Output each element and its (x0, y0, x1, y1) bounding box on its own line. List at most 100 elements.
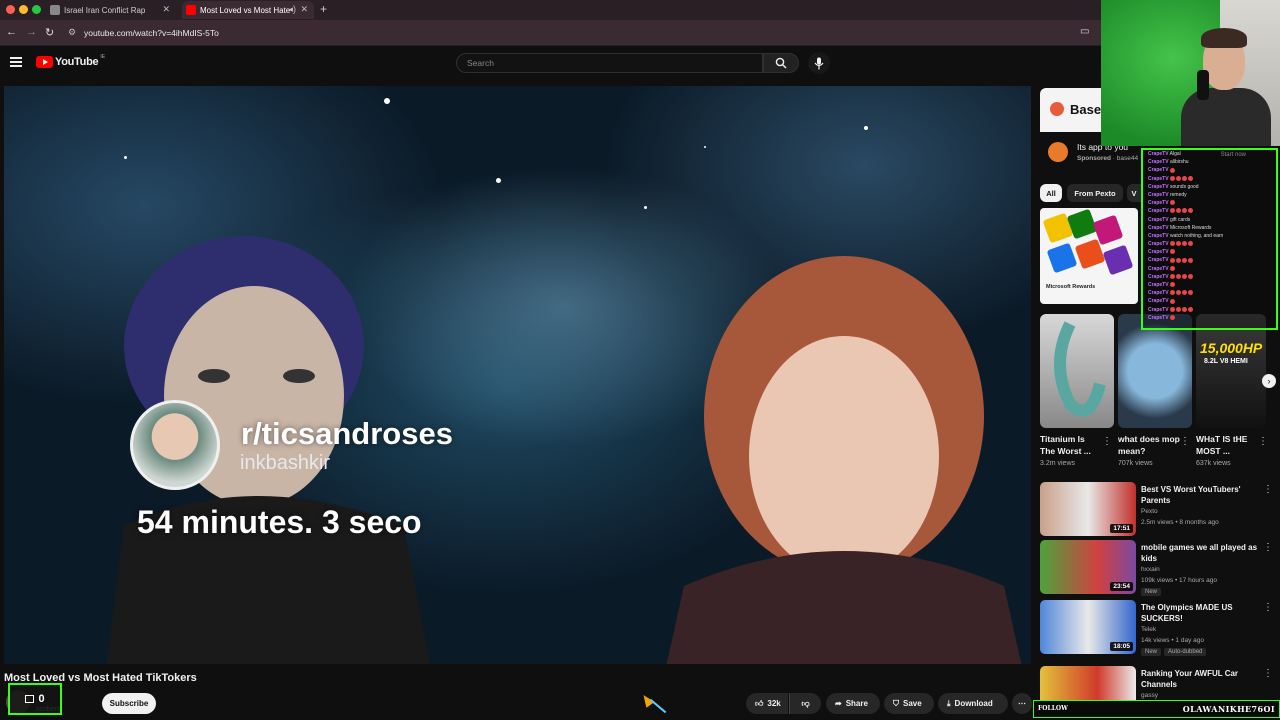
chat-username: CrapeTV (1148, 314, 1169, 321)
tab-title: Most Loved vs Most Hate (200, 5, 291, 15)
chat-username: CrapeTV (1148, 257, 1169, 264)
chat-username: CrapeTV (1148, 159, 1169, 166)
emote-icon (1187, 306, 1193, 312)
chat-username: CrapeTV (1148, 273, 1169, 280)
video-thumbnail: 18:05 (1040, 600, 1136, 654)
rec-channel: hxxain (1141, 566, 1160, 573)
emote-icon (1187, 208, 1193, 214)
short-thumbnail-2[interactable] (1118, 314, 1192, 428)
more-vertical-icon[interactable]: ⋮ (1102, 436, 1112, 447)
more-vertical-icon[interactable]: ⋮ (1263, 484, 1273, 495)
emote-icon (1187, 241, 1193, 247)
short-title[interactable]: what does mop mean? (1118, 433, 1180, 457)
more-vertical-icon[interactable]: ⋮ (1258, 436, 1268, 447)
chat-lines: CrapeTV Algal CrapeTV alibirshu CrapeTV Cra… (1143, 150, 1276, 322)
star-decoration (124, 156, 127, 159)
emote-icon (1169, 290, 1175, 296)
subscribe-button[interactable]: Subscribe (102, 693, 156, 714)
forward-arrow-icon[interactable]: → (26, 26, 37, 38)
browser-tab-1[interactable]: Israel Iran Conflict Rap ✕ (46, 1, 176, 19)
dislike-button[interactable]: 👎︎ (789, 693, 821, 714)
recommendation-item[interactable]: 23:54 mobile games we all played as kids… (1040, 540, 1280, 596)
short-thumbnail-1[interactable] (1040, 314, 1114, 428)
more-actions-button[interactable]: ⋯ (1012, 693, 1032, 714)
cast-icon[interactable]: ▭ (1080, 26, 1089, 37)
chat-text: sounds good (1168, 183, 1199, 190)
youtube-logo[interactable]: YouTube IE (36, 54, 105, 68)
emote-icon (1175, 273, 1181, 279)
duration-badge: 17:51 (1110, 524, 1133, 533)
browser-tab-bar: Israel Iran Conflict Rap ✕ Most Loved vs… (0, 0, 1280, 20)
emote-icon (1181, 241, 1187, 247)
new-tab-icon[interactable]: + (320, 2, 327, 16)
microphone-icon (1197, 70, 1209, 100)
like-button[interactable]: 👍︎ 32k (746, 693, 788, 714)
save-label: Save (903, 699, 922, 708)
download-button[interactable]: ⤓ Download (938, 693, 1008, 714)
share-button[interactable]: ➦ Share (826, 693, 880, 714)
short-thumb-subtext: 8.2L V8 HEMI (1204, 358, 1248, 365)
emote-icon (1187, 175, 1193, 181)
audio-icon[interactable]: ◂) (288, 4, 296, 15)
chip-all[interactable]: All (1040, 184, 1062, 202)
advertiser-name: base44 (1116, 155, 1139, 162)
video-thumbnail: 17:51 (1040, 482, 1136, 536)
recommendation-item[interactable]: 18:05 The Olympics MADE US SUCKERS! Tele… (1040, 600, 1280, 656)
site-settings-icon[interactable]: ⚙ (68, 27, 76, 38)
logo-wordmark: YouTube (55, 56, 99, 68)
close-tab-icon[interactable]: ✕ (162, 4, 170, 15)
video-player[interactable]: r/ticsandroses inkbashkir 54 minutes. 3 … (4, 86, 1031, 664)
chevron-right-icon[interactable]: › (1262, 374, 1276, 388)
emote-icon (1187, 290, 1193, 296)
emote-icon (1169, 175, 1175, 181)
recommendation-item[interactable]: 17:51 Best VS Worst YouTubers' Parents P… (1040, 482, 1280, 538)
url-text: youtube.com/watch?v=4ihMdIS-5To (84, 28, 219, 38)
search-input[interactable]: Search (456, 53, 763, 73)
rec-meta: 2.5m views • 8 months ago (1141, 519, 1219, 526)
voice-search-button[interactable] (808, 52, 830, 74)
ad-brand-text: Base (1070, 102, 1102, 117)
hamburger-menu-icon[interactable] (10, 57, 22, 67)
chip-from-pexto[interactable]: From Pexto (1067, 184, 1123, 202)
more-vertical-icon[interactable]: ⋮ (1263, 668, 1273, 679)
short-title[interactable]: Titanium Is The Worst ... (1040, 433, 1102, 457)
chat-text: Algal (1168, 151, 1181, 157)
emote-icon (1169, 167, 1175, 173)
close-tab-icon[interactable]: ✕ (300, 4, 308, 15)
url-input[interactable]: ⚙ youtube.com/watch?v=4ihMdIS-5To (64, 24, 1074, 42)
chat-message: CrapeTV (1143, 248, 1276, 256)
chat-message: CrapeTV (1143, 265, 1276, 273)
chip-partial[interactable]: V (1127, 184, 1141, 202)
shelf-ad-label: Microsoft Rewards (1046, 284, 1096, 290)
follow-label: FOLLOW (1038, 705, 1068, 712)
rec-title: The Olympics MADE US SUCKERS! (1141, 603, 1233, 623)
chat-message: CrapeTV (1143, 207, 1276, 215)
short-views: 3.2m views (1040, 460, 1076, 467)
browser-tab-2[interactable]: Most Loved vs Most Hate ◂) ✕ (182, 1, 314, 19)
back-arrow-icon[interactable]: ← (6, 26, 17, 38)
overlay-avatar (130, 400, 220, 490)
short-thumbnail-3[interactable]: 15,000HP 8.2L V8 HEMI (1196, 314, 1266, 428)
ad-avatar (1048, 142, 1068, 162)
reload-icon[interactable]: ↻ (45, 26, 54, 39)
youtube-favicon-icon (186, 5, 196, 15)
more-vertical-icon[interactable]: ⋮ (1263, 602, 1273, 613)
more-vertical-icon[interactable]: ⋮ (1263, 542, 1273, 553)
video-thumbnail: 23:54 (1040, 540, 1136, 594)
webcam-body (1181, 88, 1271, 146)
chat-username: CrapeTV (1148, 200, 1169, 207)
maximize-window-icon[interactable] (32, 5, 41, 14)
search-button[interactable] (763, 53, 799, 73)
emote-icon (1181, 306, 1187, 312)
chat-message: CrapeTV (1143, 281, 1276, 289)
recommendation-item[interactable]: Ranking Your AWFUL Car Channels gassy ⋮ (1040, 666, 1280, 700)
save-button[interactable]: ⛉ Save (884, 693, 934, 714)
more-vertical-icon[interactable]: ⋮ (1180, 436, 1190, 447)
close-window-icon[interactable] (6, 5, 15, 14)
thumbs-down-icon: 👎︎ (801, 698, 810, 708)
minimize-window-icon[interactable] (19, 5, 28, 14)
short-title[interactable]: WHaT IS tHE MOST ... (1196, 433, 1258, 457)
youtube-play-icon (36, 56, 53, 68)
rec-title: Ranking Your AWFUL Car Channels (1141, 669, 1239, 689)
star-decoration (384, 98, 390, 104)
